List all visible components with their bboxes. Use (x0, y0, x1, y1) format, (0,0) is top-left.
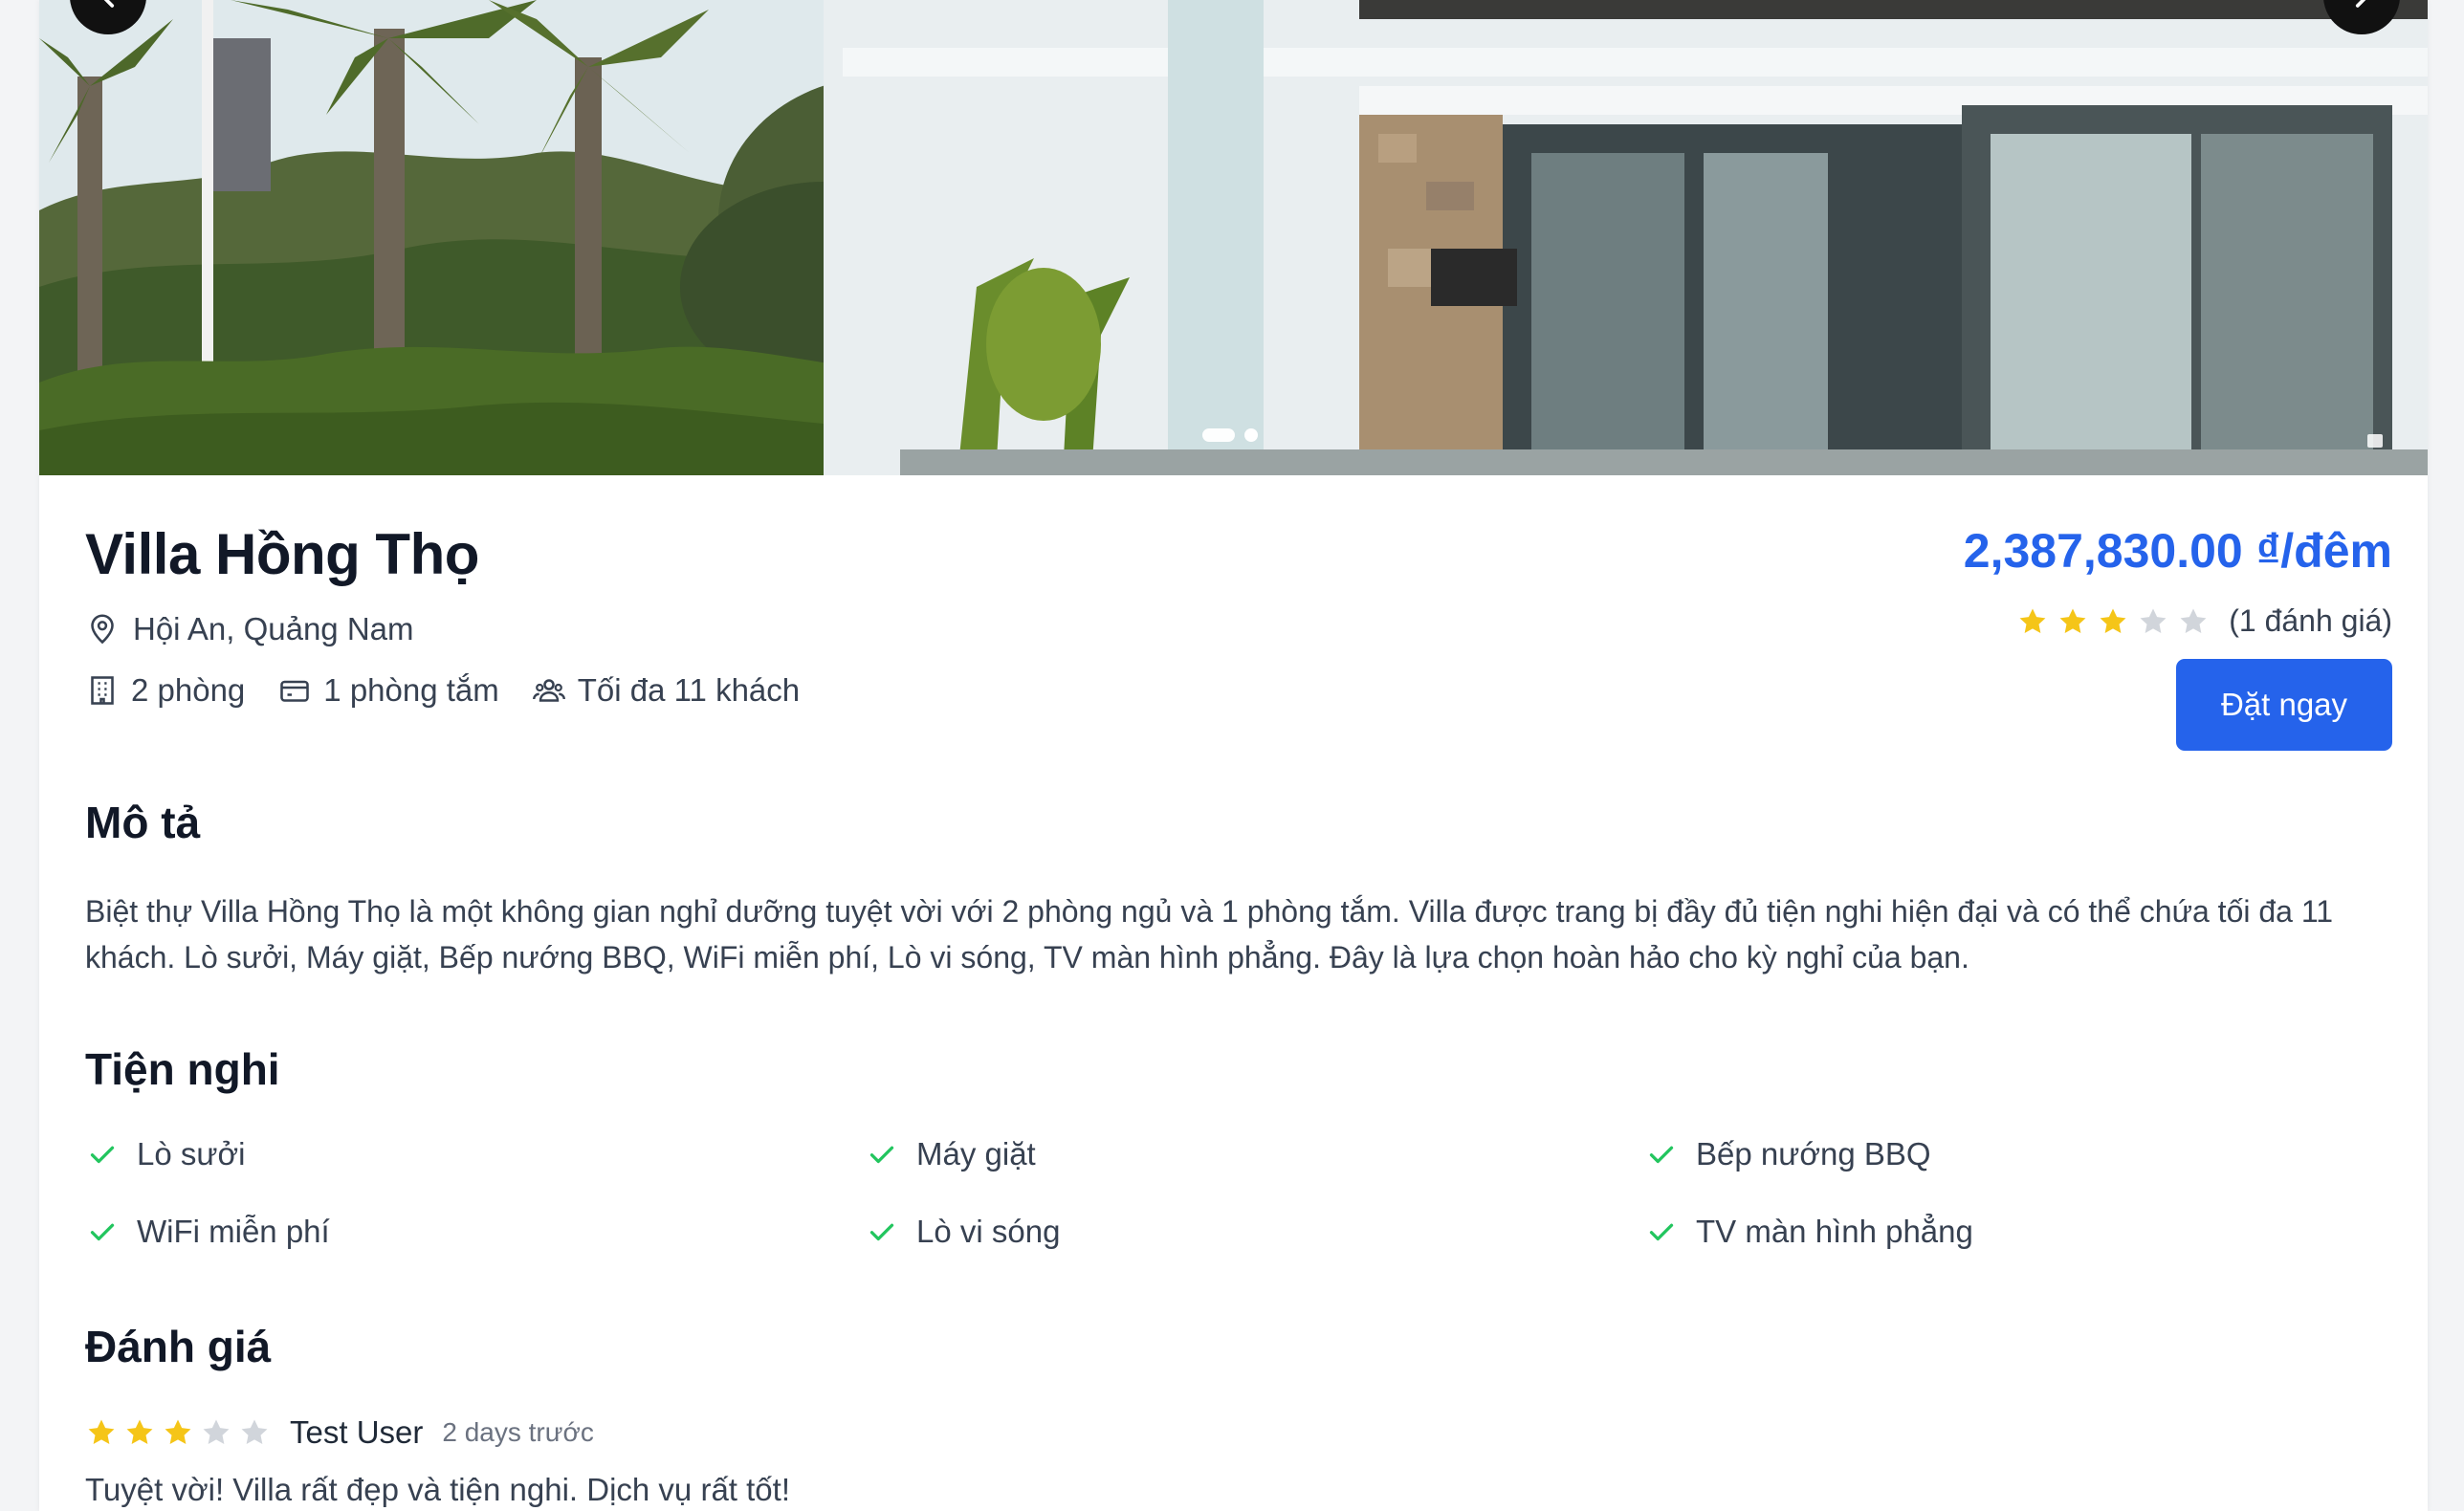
review-stars (85, 1416, 271, 1449)
chevron-left-icon (103, 0, 115, 8)
review-date: 2 days trước (442, 1417, 594, 1447)
amenity-label: TV màn hình phẳng (1696, 1214, 1973, 1249)
amenity-label: Lò sưởi (137, 1136, 246, 1172)
review-text: Tuyệt vời! Villa rất đẹp và tiện nghi. D… (85, 1472, 790, 1507)
check-icon (865, 1137, 899, 1172)
rating-count: (1 đánh giá) (2229, 603, 2392, 638)
amenity-item: WiFi miễn phí (85, 1213, 865, 1251)
star-filled-icon (162, 1416, 194, 1449)
check-icon (1644, 1137, 1679, 1172)
bathrooms-text: 1 phòng tắm (323, 672, 499, 708)
property-card: Villa Hồng Thọ Hội An, Quảng Nam 2 phòng… (39, 0, 2428, 1511)
description-text: Biệt thự Villa Hồng Thọ là một không gia… (85, 894, 2334, 974)
amenity-item: TV màn hình phẳng (1644, 1213, 2392, 1251)
check-icon (865, 1215, 899, 1249)
amenities-heading: Tiện nghi (85, 1044, 280, 1094)
amenity-item: Bếp nướng BBQ (1644, 1135, 2392, 1173)
carousel-dots (1202, 428, 1258, 442)
location: Hội An, Quảng Nam (85, 611, 414, 647)
check-icon (1644, 1215, 1679, 1249)
property-features: 2 phòng 1 phòng tắm Tối đa 11 khách (85, 672, 800, 709)
rating-summary: (1 đánh giá) (2016, 603, 2392, 639)
users-icon (532, 673, 566, 708)
page-title: Villa Hồng Thọ (85, 522, 479, 586)
review-user: Test User (290, 1414, 424, 1450)
price-per-night: 2,387,830.00 ₫/đêm (1963, 524, 2392, 578)
amenity-label: Lò vi sóng (916, 1214, 1061, 1249)
amenities-list: Lò sưởi Máy giặt Bếp nướng BBQ WiFi miễn… (85, 1135, 2392, 1251)
star-filled-icon (2097, 605, 2129, 638)
map-pin-icon (85, 612, 120, 646)
star-empty-icon (238, 1416, 271, 1449)
feature-bathrooms: 1 phòng tắm (277, 672, 499, 709)
review-header: Test User 2 days trước (85, 1414, 594, 1451)
location-text: Hội An, Quảng Nam (133, 611, 414, 646)
villa-photo (39, 0, 2428, 475)
star-filled-icon (2057, 605, 2089, 638)
amenity-label: Máy giặt (916, 1136, 1036, 1172)
amenity-item: Lò vi sóng (865, 1213, 1644, 1251)
guests-text: Tối đa 11 khách (577, 672, 801, 708)
star-empty-icon (2137, 605, 2169, 638)
carousel-dot-1[interactable] (1202, 428, 1235, 442)
feature-guests: Tối đa 11 khách (532, 672, 800, 709)
reviews-heading: Đánh giá (85, 1322, 272, 1371)
check-icon (85, 1137, 120, 1172)
check-icon (85, 1215, 120, 1249)
image-carousel[interactable] (39, 0, 2428, 475)
amenity-item: Máy giặt (865, 1135, 1644, 1173)
amenity-label: Bếp nướng BBQ (1696, 1136, 1931, 1172)
star-filled-icon (123, 1416, 156, 1449)
amenity-label: WiFi miễn phí (137, 1214, 330, 1249)
feature-rooms: 2 phòng (85, 672, 245, 709)
fullscreen-icon[interactable] (2367, 434, 2383, 448)
description-heading: Mô tả (85, 798, 201, 847)
amenity-item: Lò sưởi (85, 1135, 865, 1173)
book-now-button[interactable]: Đặt ngay (2176, 659, 2392, 751)
chevron-right-icon (2355, 0, 2366, 8)
star-filled-icon (85, 1416, 118, 1449)
building-icon (85, 673, 120, 708)
rooms-text: 2 phòng (131, 672, 246, 708)
carousel-dot-2[interactable] (1244, 428, 1258, 442)
star-empty-icon (200, 1416, 232, 1449)
star-empty-icon (2177, 605, 2210, 638)
star-filled-icon (2016, 605, 2049, 638)
rating-stars (2016, 605, 2210, 638)
bath-icon (277, 673, 312, 708)
